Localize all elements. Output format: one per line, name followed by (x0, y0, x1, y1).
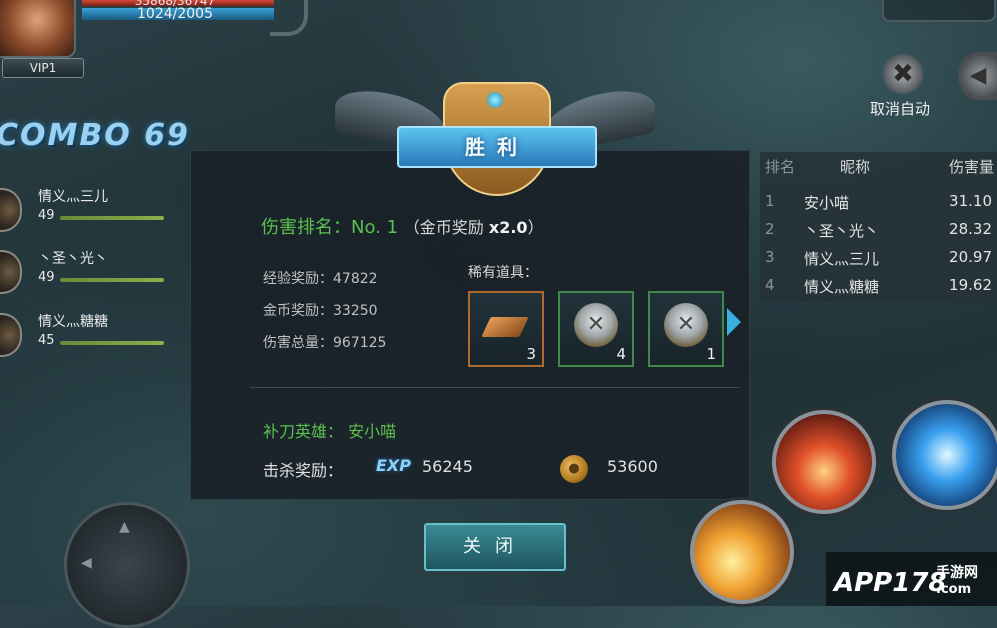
blade-icon (0, 313, 22, 357)
last-hit-hero: 补刀英雄： 安小喵 (263, 422, 397, 441)
watermark-sub: 手游网 (936, 565, 978, 581)
lightning-skill-button[interactable] (892, 400, 997, 510)
damage-rank-label: 伤害排名：No. 1 (261, 217, 399, 238)
kill-exp-value: 56245 (422, 457, 473, 476)
row-damage: 19.62 (949, 276, 992, 294)
top-right-frame (882, 0, 996, 22)
medal-icon: ✕ (664, 303, 708, 347)
row-name: 情义灬三儿 (804, 250, 880, 268)
rank-bonus-suffix: ） (527, 218, 544, 237)
reward-item-slot[interactable]: ✕ 4 (558, 291, 634, 367)
sword-icon (0, 188, 22, 232)
team-member-hp-bar (60, 216, 164, 220)
watermark-url: .com (936, 582, 972, 597)
damage-ranking-table: 排名 昵称 伤害量 1 安小喵 31.10 2 丶圣丶光丶 28.32 3 情义… (760, 152, 997, 302)
row-rank: 3 (765, 248, 775, 266)
cancel-auto-label: 取消自动 (870, 100, 931, 118)
row-name: 安小喵 (804, 194, 850, 212)
row-name: 丶圣丶光丶 (804, 222, 880, 240)
team-member-hp-bar (60, 341, 164, 345)
exp-reward: 经验奖励：47822 (263, 271, 378, 287)
joystick-left-icon: ◀ (81, 555, 92, 571)
row-damage: 20.97 (949, 248, 992, 266)
medal-icon: ✕ (574, 303, 618, 347)
reward-item-slot[interactable]: ✕ 1 (648, 291, 724, 367)
table-row: 4 情义灬糖糖 19.62 (760, 276, 997, 304)
header-nickname: 昵称 (840, 158, 871, 176)
row-name: 情义灬糖糖 (804, 278, 880, 296)
joystick-up-icon: ▲ (119, 519, 130, 535)
crossed-swords-icon: ✖ (880, 54, 926, 94)
kill-reward-label: 击杀奖励： (263, 461, 344, 480)
side-arrow-button[interactable]: ◀ (958, 52, 997, 100)
close-button[interactable]: 关闭 (424, 523, 566, 571)
reward-item-slot[interactable]: 3 (468, 291, 544, 367)
combo-counter: COMBO 69 (0, 118, 190, 153)
next-arrow-icon[interactable] (727, 308, 741, 336)
hammer-icon (0, 250, 22, 294)
mp-text: 1024/2005 (137, 6, 213, 22)
cancel-auto-button[interactable]: ✖ 取消自动 (866, 52, 946, 122)
team-member-hp-bar (60, 278, 164, 282)
item-count: 3 (526, 345, 536, 363)
team-member[interactable]: 情义灬糖糖 45 (0, 311, 170, 361)
row-damage: 31.10 (949, 192, 992, 210)
team-member-name: 情义灬糖糖 (38, 314, 108, 330)
team-member-name: 丶圣丶光丶 (38, 251, 108, 267)
ingot-icon (481, 317, 529, 337)
row-rank: 4 (765, 276, 775, 294)
team-member[interactable]: 情义灬三儿 49 (0, 186, 170, 236)
watermark-main: APP178 (834, 568, 947, 598)
row-rank: 1 (765, 192, 775, 210)
gold-reward: 金币奖励：33250 (263, 303, 378, 319)
header-rank: 排名 (765, 158, 796, 176)
table-row: 2 丶圣丶光丶 28.32 (760, 220, 997, 248)
team-member-level: 45 (38, 333, 55, 348)
team-member-level: 49 (38, 270, 55, 285)
table-header: 排名 昵称 伤害量 (760, 156, 997, 184)
table-row: 3 情义灬三儿 20.97 (760, 248, 997, 276)
player-avatar[interactable] (0, 0, 76, 58)
gem-icon (487, 92, 503, 108)
row-damage: 28.32 (949, 220, 992, 238)
fire-skill-button[interactable] (772, 410, 876, 514)
victory-crest: 胜利 (335, 72, 655, 202)
item-count: 1 (706, 345, 716, 363)
damage-rank: 伤害排名：No. 1 （金币奖励 x2.0） (261, 213, 544, 239)
table-row: 1 安小喵 31.10 (760, 192, 997, 220)
total-damage: 伤害总量：967125 (263, 335, 387, 351)
divider (250, 387, 740, 388)
exp-icon: EXP (376, 456, 411, 475)
vip-badge: VIP1 (2, 58, 84, 78)
watermark-logo: APP178 手游网 .com (826, 552, 997, 606)
gold-coin-icon: ● (560, 455, 588, 483)
rank-bonus-prefix: （金币奖励 (403, 218, 489, 237)
kill-gold-value: 53600 (607, 457, 658, 476)
rank-bonus: （金币奖励 x2.0） (404, 218, 544, 237)
hud-frame (270, 0, 308, 36)
rank-bonus-multiplier: x2.0 (488, 218, 528, 237)
victory-banner: 胜利 (397, 126, 597, 168)
virtual-joystick[interactable]: ▲ ◀ (64, 502, 190, 628)
team-member-name: 情义灬三儿 (38, 189, 108, 205)
team-member-level: 49 (38, 208, 55, 223)
team-member[interactable]: 丶圣丶光丶 49 (0, 248, 170, 298)
row-rank: 2 (765, 220, 775, 238)
header-damage: 伤害量 (948, 158, 994, 176)
rare-items-label: 稀有道具： (468, 265, 538, 281)
slash-skill-button[interactable] (690, 500, 794, 604)
item-count: 4 (616, 345, 626, 363)
